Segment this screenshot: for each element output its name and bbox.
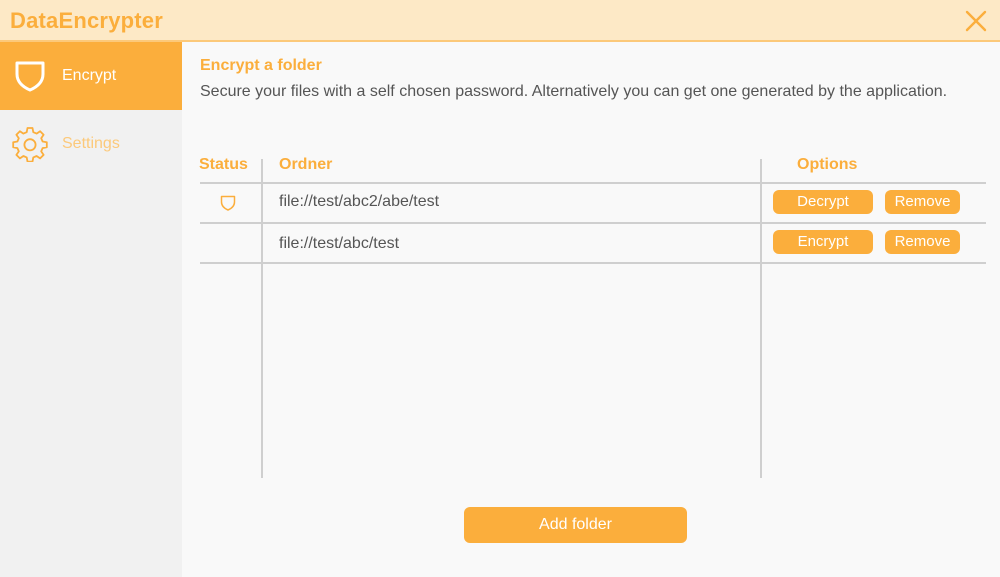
add-folder-button[interactable]: Add folder — [464, 507, 687, 543]
encrypt-button[interactable]: Encrypt — [773, 230, 873, 254]
decrypt-button[interactable]: Decrypt — [773, 190, 873, 214]
sidebar: Encrypt Settings — [0, 42, 182, 577]
column-divider — [760, 159, 762, 478]
app-title: DataEncrypter — [10, 8, 163, 33]
column-divider — [261, 159, 263, 478]
column-header-folder: Ordner — [279, 156, 333, 173]
close-button[interactable] — [964, 9, 988, 33]
sidebar-item-settings[interactable]: Settings — [0, 110, 182, 178]
column-header-status: Status — [199, 156, 248, 173]
table-divider — [200, 222, 986, 224]
folder-path: file://test/abc2/abe/test — [279, 193, 440, 210]
sidebar-item-encrypt[interactable]: Encrypt — [0, 42, 182, 110]
remove-button[interactable]: Remove — [885, 190, 960, 214]
close-icon — [965, 10, 987, 32]
main-content: Encrypt a folder Secure your files with … — [182, 42, 1000, 577]
table-divider — [200, 182, 986, 184]
remove-button[interactable]: Remove — [885, 230, 960, 254]
gear-icon — [12, 127, 48, 162]
folder-path: file://test/abc/test — [279, 235, 400, 252]
column-header-options: Options — [797, 156, 858, 173]
table-divider — [200, 262, 986, 264]
sidebar-item-label: Encrypt — [62, 67, 117, 84]
title-bar: DataEncrypter — [0, 0, 1000, 42]
page-title: Encrypt a folder — [200, 57, 322, 74]
shield-icon — [15, 61, 45, 92]
page-description: Secure your files with a self chosen pas… — [200, 83, 948, 100]
shield-icon — [220, 195, 236, 211]
sidebar-item-label: Settings — [62, 135, 120, 152]
